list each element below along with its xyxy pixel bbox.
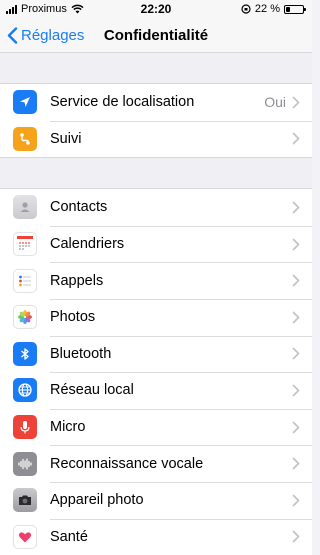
status-bar: Proximus 22:20 22 %: [0, 0, 312, 18]
tracking-icon: [13, 126, 37, 151]
chevron-right-icon: [292, 201, 300, 214]
chevron-right-icon: [292, 132, 300, 145]
row-value: Oui: [264, 94, 286, 111]
row-camera[interactable]: Appareil photo: [0, 481, 312, 519]
health-icon: [13, 524, 37, 549]
row-tracking[interactable]: Suivi: [0, 120, 312, 158]
row-label: Contacts: [50, 199, 108, 216]
chevron-right-icon: [292, 96, 300, 109]
chevron-right-icon: [292, 311, 300, 324]
chevron-right-icon: [292, 238, 300, 250]
row-contacts[interactable]: Contacts: [0, 189, 312, 226]
row-label: Santé: [50, 528, 88, 545]
row-label: Appareil photo: [50, 492, 144, 509]
status-left: Proximus: [6, 3, 84, 15]
row-calendars[interactable]: Calendriers: [0, 225, 312, 263]
battery-icon: [284, 4, 306, 14]
camera-icon: [13, 488, 37, 513]
reminders-icon: [13, 268, 37, 293]
calendar-icon: [13, 232, 37, 257]
back-button-label: Réglages: [21, 26, 85, 44]
row-health[interactable]: Santé: [0, 518, 312, 555]
row-label: Micro: [50, 419, 86, 436]
row-label: Suivi: [50, 130, 82, 147]
chevron-right-icon: [292, 347, 300, 360]
row-location-services[interactable]: Service de localisation Oui: [0, 84, 312, 121]
status-right: 22 %: [241, 3, 306, 15]
photos-icon: [13, 305, 37, 330]
back-button[interactable]: Réglages: [0, 27, 84, 44]
bluetooth-icon: [13, 341, 37, 366]
chevron-right-icon: [292, 494, 300, 507]
chevron-right-icon: [292, 530, 300, 543]
wifi-icon: [71, 4, 84, 14]
chevron-right-icon: [292, 457, 300, 470]
row-speech-recognition[interactable]: Reconnaissance vocale: [0, 445, 312, 482]
navigation-bar: Réglages Confidentialité: [0, 18, 312, 53]
chevron-right-icon: [292, 421, 300, 433]
row-reminders[interactable]: Rappels: [0, 262, 312, 299]
orientation-lock-icon: [241, 4, 251, 14]
row-photos[interactable]: Photos: [0, 298, 312, 336]
row-local-network[interactable]: Réseau local: [0, 372, 312, 409]
settings-group-location: Service de localisation Oui Suivi: [0, 83, 312, 159]
microphone-icon: [13, 415, 37, 440]
settings-group-permissions: Contacts Calendriers Rappels Photos Blue…: [0, 188, 312, 555]
location-arrow-icon: [13, 90, 37, 115]
row-label: Bluetooth: [50, 345, 112, 362]
carrier-name: Proximus: [21, 3, 67, 15]
chevron-left-icon: [7, 26, 18, 44]
row-label: Calendriers: [50, 236, 125, 253]
row-label: Service de localisation: [50, 94, 195, 111]
row-label: Photos: [50, 309, 96, 326]
section-spacer: [0, 158, 312, 189]
cellular-signal-icon: [6, 4, 17, 14]
row-label: Reconnaissance vocale: [50, 455, 204, 472]
chevron-right-icon: [292, 384, 300, 397]
contacts-icon: [13, 195, 37, 220]
section-spacer: [0, 53, 312, 83]
row-label: Réseau local: [50, 382, 134, 399]
battery-percent: 22 %: [254, 3, 280, 15]
chevron-right-icon: [292, 274, 300, 287]
battery-level: [286, 6, 290, 12]
row-bluetooth[interactable]: Bluetooth: [0, 335, 312, 373]
speech-recognition-icon: [13, 451, 37, 476]
row-microphone[interactable]: Micro: [0, 408, 312, 446]
local-network-icon: [13, 378, 37, 403]
row-label: Rappels: [50, 272, 104, 289]
